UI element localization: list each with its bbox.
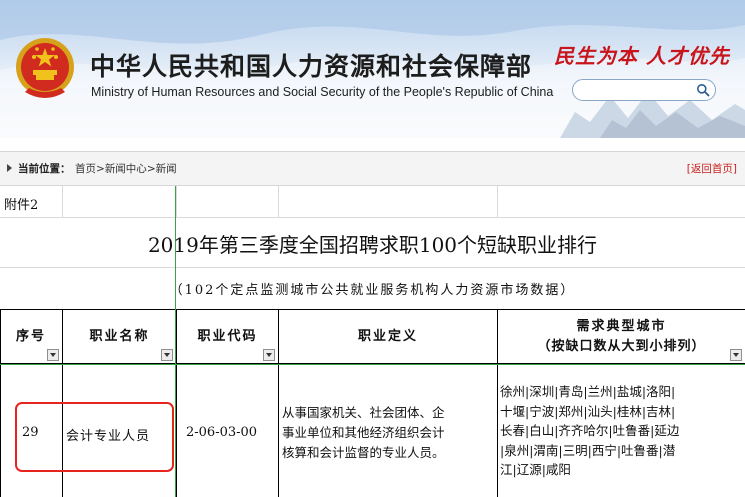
spreadsheet-image: 附件2 2019年第三季度全国招聘求职100个短缺职业排行 （102个定点监测城… [0,186,745,497]
column-header-definition: 职业定义 [357,329,418,344]
breadcrumb-label: 当前位置： [18,163,71,175]
filter-dropdown-icon[interactable] [263,349,275,361]
gridline [0,267,745,268]
national-emblem-icon [16,38,74,98]
definition-line: 从事国家机关、社会团体、企 [282,405,445,420]
cities-line: |泉州|渭南|三明|西宁|吐鲁番|潜 [500,442,676,458]
filter-dropdown-icon[interactable] [730,349,742,361]
cities-line: 江|辽源|咸阳 [500,462,571,477]
search-icon[interactable] [696,83,710,97]
cities-line: 徐州|深圳|青岛|兰州|盐城|洛阳| [500,384,676,399]
column-header-cities-note: （按缺口数从大到小排列） [537,339,706,354]
freeze-pane-line [0,364,745,365]
highlight-annotation [15,402,174,472]
cities-line: 长春|白山|齐齐哈尔|吐鲁番|延边 [500,423,680,438]
gridline [497,186,498,217]
cities-line: 十堰|宁波|郑州|汕头|桂林|吉林| [500,403,676,419]
slogan: 民生为本 人才优先 [554,44,730,68]
sheet-title: 2019年第三季度全国招聘求职100个短缺职业排行 [147,233,598,257]
breadcrumb-path: 首页>新闻中心>新闻 [75,161,177,176]
cell-definition: 从事国家机关、社会团体、企 事业单位和其他经济组织会计 核算和会计监督的专业人员… [282,403,445,463]
column-header-seq: 序号 [15,329,46,344]
breadcrumb-news[interactable]: 新闻 [156,163,177,175]
search-box[interactable] [572,79,716,102]
back-home-link[interactable]: [返回首页] [687,161,737,176]
cell-cities: 徐州|深圳|青岛|兰州|盐城|洛阳| 十堰|宁波|郑州|汕头|桂林|吉林| 长春… [500,382,679,480]
attachment-label: 附件2 [4,198,39,213]
gridline [176,186,177,217]
gridline [278,186,279,217]
gridline [62,186,63,217]
gridline [0,217,745,218]
filter-dropdown-icon[interactable] [161,349,173,361]
filter-dropdown-icon[interactable] [47,349,59,361]
breadcrumb-home[interactable]: 首页 [75,163,96,175]
search-input[interactable] [582,81,696,102]
definition-line: 核算和会计监督的专业人员。 [282,445,445,460]
site-header: 中华人民共和国人力资源和社会保障部 Ministry of Human Reso… [0,0,745,138]
cell-occupation-code: 2-06-03-00 [186,425,258,440]
column-header-code: 职业代码 [197,329,258,344]
breadcrumb-separator: > [96,163,105,175]
column-header-name: 职业名称 [89,329,150,344]
table-border [0,309,745,310]
ministry-name-cn: 中华人民共和国人力资源和社会保障部 [90,52,533,81]
column-header-cities: 需求典型城市 [576,319,667,334]
sheet-subtitle: （102个定点监测城市公共就业服务机构人力资源市场数据） [169,283,576,298]
breadcrumb: 当前位置： 首页>新闻中心>新闻 [返回首页] [0,151,745,186]
definition-line: 事业单位和其他经济组织会计 [282,425,445,440]
breadcrumb-news-center[interactable]: 新闻中心 [105,163,147,175]
breadcrumb-separator: > [146,163,156,175]
ministry-name-en: Ministry of Human Resources and Social S… [91,85,554,99]
breadcrumb-arrow-icon [7,164,12,172]
